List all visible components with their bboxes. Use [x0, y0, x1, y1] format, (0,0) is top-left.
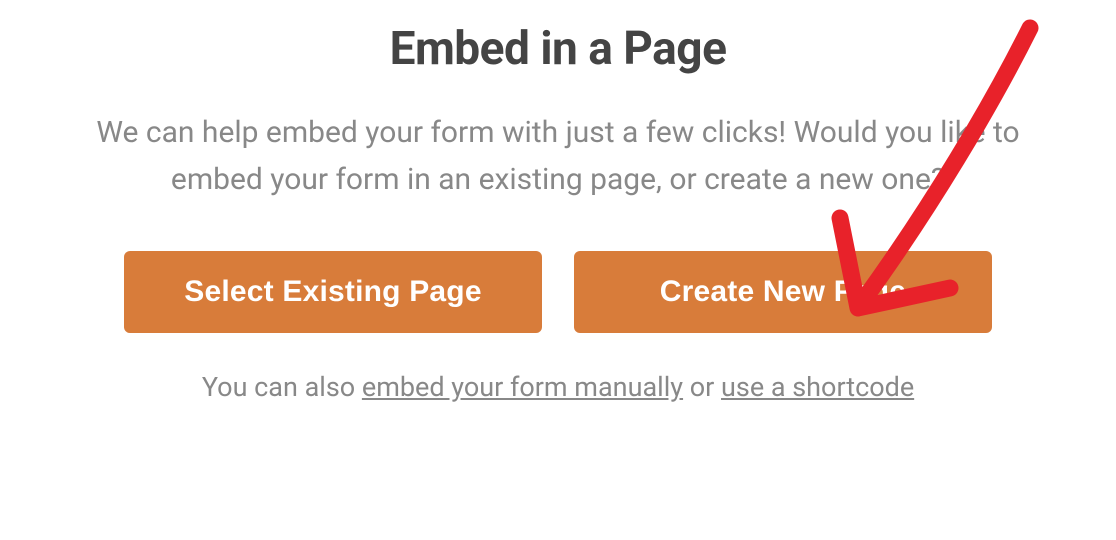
- dialog-title: Embed in a Page: [50, 22, 1066, 76]
- footer-text: You can also embed your form manually or…: [50, 371, 1066, 403]
- dialog-description: We can help embed your form with just a …: [50, 110, 1066, 203]
- button-row: Select Existing Page Create New Page: [50, 251, 1066, 333]
- embed-dialog: Embed in a Page We can help embed your f…: [50, 22, 1066, 403]
- create-new-page-button[interactable]: Create New Page: [574, 251, 992, 333]
- use-shortcode-link[interactable]: use a shortcode: [721, 371, 914, 403]
- footer-prefix: You can also: [202, 371, 362, 403]
- embed-manually-link[interactable]: embed your form manually: [362, 371, 683, 403]
- select-existing-page-button[interactable]: Select Existing Page: [124, 251, 542, 333]
- footer-middle: or: [683, 371, 721, 403]
